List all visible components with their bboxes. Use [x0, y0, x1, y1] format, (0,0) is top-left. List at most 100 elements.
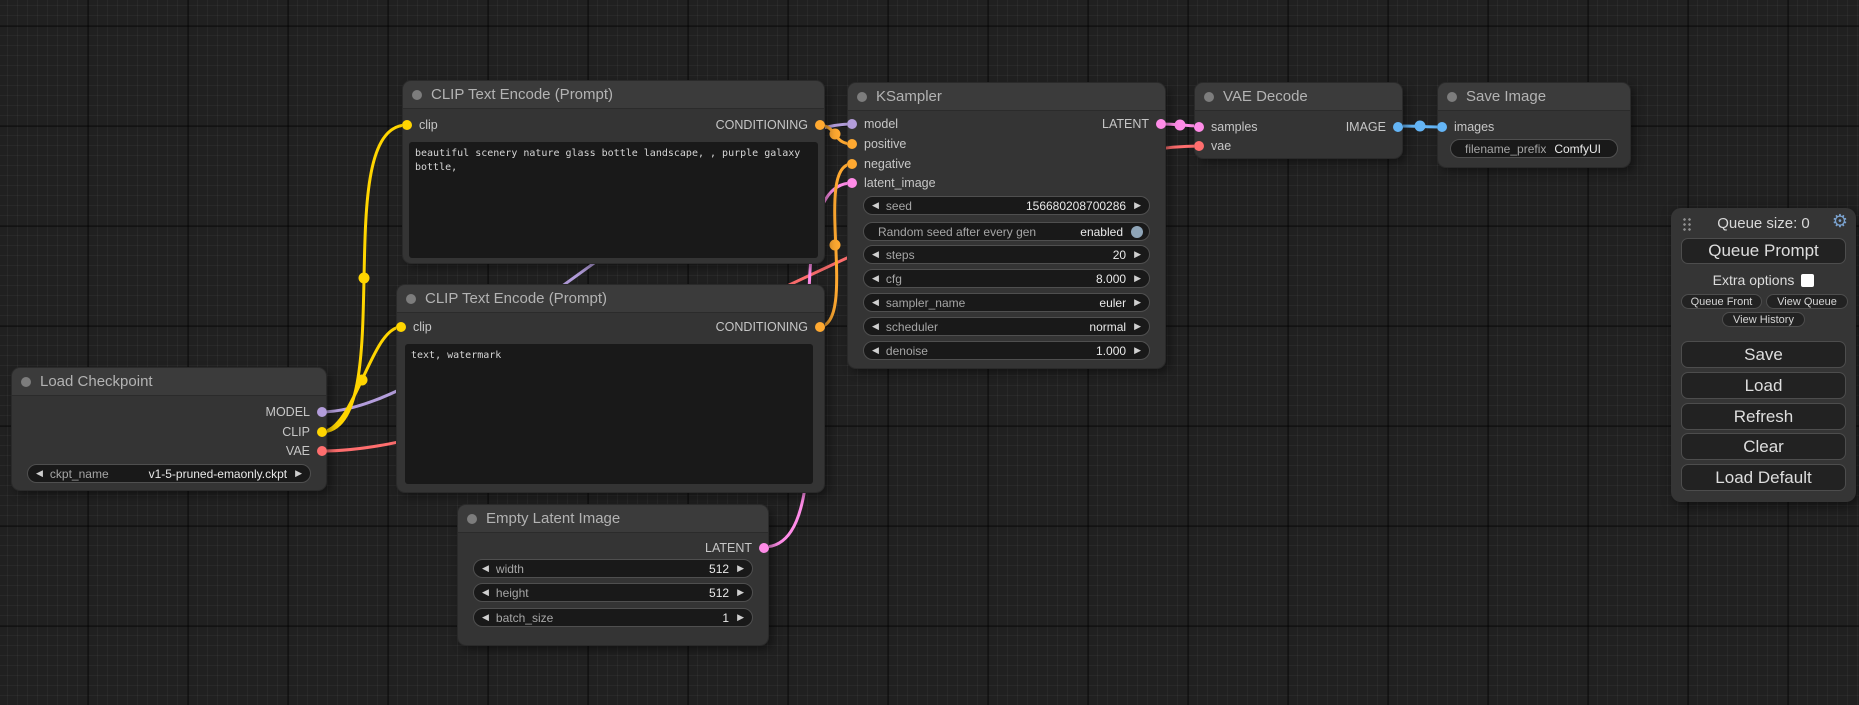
slot-dot-icon[interactable] [1393, 122, 1403, 132]
output-slot-conditioning[interactable]: CONDITIONING [716, 318, 825, 336]
prompt-textarea[interactable]: beautiful scenery nature glass bottle la… [409, 142, 818, 258]
collapse-dot-icon[interactable] [1447, 92, 1457, 102]
widget-steps[interactable]: steps 20 [863, 245, 1150, 264]
load-default-button[interactable]: Load Default [1681, 464, 1846, 491]
node-titlebar[interactable]: KSampler [848, 83, 1165, 111]
node-clip-text-encode-negative[interactable]: CLIP Text Encode (Prompt) clip CONDITION… [397, 285, 824, 492]
increment-arrow-icon[interactable] [1134, 274, 1141, 283]
node-titlebar[interactable]: Load Checkpoint [12, 368, 326, 396]
toggle-circle-icon[interactable] [1131, 226, 1143, 238]
decrement-arrow-icon[interactable] [872, 250, 879, 259]
collapse-dot-icon[interactable] [1204, 92, 1214, 102]
output-slot-clip[interactable]: CLIP [282, 423, 327, 441]
output-slot-vae[interactable]: VAE [286, 442, 327, 460]
increment-arrow-icon[interactable] [737, 588, 744, 597]
widget-cfg[interactable]: cfg 8.000 [863, 269, 1150, 288]
slot-dot-icon[interactable] [1437, 122, 1447, 132]
node-load-checkpoint[interactable]: Load Checkpoint MODEL CLIP VAE ckpt_name… [12, 368, 326, 490]
slot-dot-icon[interactable] [815, 322, 825, 332]
input-slot-samples[interactable]: samples [1194, 118, 1258, 136]
slot-dot-icon[interactable] [317, 446, 327, 456]
node-vae-decode[interactable]: VAE Decode samples vae IMAGE [1195, 83, 1402, 158]
input-slot-clip[interactable]: clip [402, 116, 438, 134]
decrement-arrow-icon[interactable] [482, 613, 489, 622]
node-save-image[interactable]: Save Image images filename_prefix ComfyU… [1438, 83, 1630, 167]
node-titlebar[interactable]: Save Image [1438, 83, 1630, 111]
decrement-arrow-icon[interactable] [872, 322, 879, 331]
queue-front-button[interactable]: Queue Front [1681, 294, 1762, 309]
input-slot-clip[interactable]: clip [396, 318, 432, 336]
node-empty-latent-image[interactable]: Empty Latent Image LATENT width 512 heig… [458, 505, 768, 645]
queue-prompt-button[interactable]: Queue Prompt [1681, 238, 1846, 264]
input-slot-vae[interactable]: vae [1194, 137, 1231, 155]
slot-dot-icon[interactable] [847, 178, 857, 188]
slot-dot-icon[interactable] [317, 427, 327, 437]
increment-arrow-icon[interactable] [1134, 298, 1141, 307]
increment-arrow-icon[interactable] [1134, 322, 1141, 331]
widget-seed[interactable]: seed 156680208700286 [863, 196, 1150, 215]
collapse-dot-icon[interactable] [857, 92, 867, 102]
view-queue-button[interactable]: View Queue [1766, 294, 1848, 309]
slot-dot-icon[interactable] [317, 407, 327, 417]
widget-batch-size[interactable]: batch_size 1 [473, 608, 753, 627]
collapse-dot-icon[interactable] [406, 294, 416, 304]
slot-dot-icon[interactable] [847, 119, 857, 129]
decrement-arrow-icon[interactable] [872, 298, 879, 307]
decrement-arrow-icon[interactable] [482, 564, 489, 573]
slot-dot-icon[interactable] [1194, 141, 1204, 151]
slot-dot-icon[interactable] [396, 322, 406, 332]
node-ksampler[interactable]: KSampler model positive negative latent_… [848, 83, 1165, 368]
decrement-arrow-icon[interactable] [872, 274, 879, 283]
load-button[interactable]: Load [1681, 372, 1846, 399]
node-titlebar[interactable]: Empty Latent Image [458, 505, 768, 533]
clear-button[interactable]: Clear [1681, 433, 1846, 460]
decrement-arrow-icon[interactable] [36, 469, 43, 478]
input-slot-negative[interactable]: negative [847, 155, 911, 173]
decrement-arrow-icon[interactable] [872, 346, 879, 355]
slot-dot-icon[interactable] [847, 159, 857, 169]
output-slot-latent[interactable]: LATENT [705, 539, 769, 557]
extra-options-checkbox[interactable] [1801, 274, 1814, 287]
slot-dot-icon[interactable] [815, 120, 825, 130]
prompt-textarea[interactable]: text, watermark [405, 344, 813, 484]
increment-arrow-icon[interactable] [295, 469, 302, 478]
widget-filename-prefix[interactable]: filename_prefix ComfyUI [1450, 139, 1618, 158]
output-slot-image[interactable]: IMAGE [1346, 118, 1403, 136]
view-history-button[interactable]: View History [1722, 312, 1805, 327]
input-slot-images[interactable]: images [1437, 118, 1494, 136]
increment-arrow-icon[interactable] [1134, 201, 1141, 210]
collapse-dot-icon[interactable] [21, 377, 31, 387]
output-slot-model[interactable]: MODEL [266, 403, 327, 421]
widget-ckpt-name[interactable]: ckpt_name v1-5-pruned-emaonly.ckpt [27, 464, 311, 483]
increment-arrow-icon[interactable] [737, 613, 744, 622]
node-titlebar[interactable]: VAE Decode [1195, 83, 1402, 111]
collapse-dot-icon[interactable] [412, 90, 422, 100]
widget-height[interactable]: height 512 [473, 583, 753, 602]
settings-gear-icon[interactable]: ⚙ [1832, 212, 1848, 230]
collapse-dot-icon[interactable] [467, 514, 477, 524]
decrement-arrow-icon[interactable] [872, 201, 879, 210]
refresh-button[interactable]: Refresh [1681, 403, 1846, 430]
widget-sampler-name[interactable]: sampler_name euler [863, 293, 1150, 312]
widget-denoise[interactable]: denoise 1.000 [863, 341, 1150, 360]
graph-canvas[interactable]: Load Checkpoint MODEL CLIP VAE ckpt_name… [0, 0, 1859, 705]
widget-random-seed-toggle[interactable]: Random seed after every gen enabled [863, 222, 1150, 241]
increment-arrow-icon[interactable] [737, 564, 744, 573]
input-slot-model[interactable]: model [847, 115, 898, 133]
slot-dot-icon[interactable] [1156, 119, 1166, 129]
save-button[interactable]: Save [1681, 341, 1846, 368]
input-slot-latent-image[interactable]: latent_image [847, 174, 936, 192]
widget-width[interactable]: width 512 [473, 559, 753, 578]
increment-arrow-icon[interactable] [1134, 346, 1141, 355]
node-clip-text-encode-positive[interactable]: CLIP Text Encode (Prompt) clip CONDITION… [403, 81, 824, 263]
slot-dot-icon[interactable] [1194, 122, 1204, 132]
output-slot-conditioning[interactable]: CONDITIONING [716, 116, 825, 134]
decrement-arrow-icon[interactable] [482, 588, 489, 597]
input-slot-positive[interactable]: positive [847, 135, 906, 153]
slot-dot-icon[interactable] [402, 120, 412, 130]
output-slot-latent[interactable]: LATENT [1102, 115, 1166, 133]
widget-scheduler[interactable]: scheduler normal [863, 317, 1150, 336]
node-titlebar[interactable]: CLIP Text Encode (Prompt) [403, 81, 824, 109]
node-titlebar[interactable]: CLIP Text Encode (Prompt) [397, 285, 824, 313]
slot-dot-icon[interactable] [759, 543, 769, 553]
